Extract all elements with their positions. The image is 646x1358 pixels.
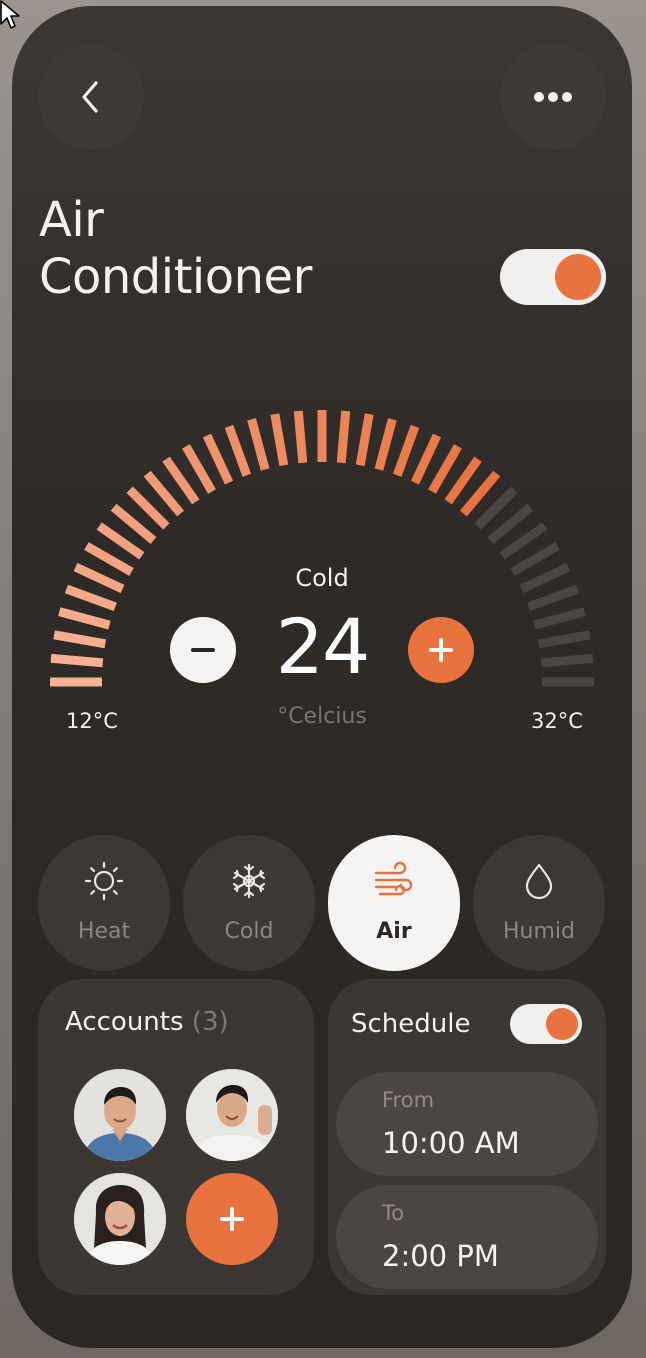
dial-tick-active xyxy=(84,542,134,576)
dial-tick-active xyxy=(374,418,397,471)
dial-tick-inactive xyxy=(519,562,571,594)
mode-air-button[interactable]: Air xyxy=(328,835,460,971)
dial-tick-active xyxy=(410,433,442,485)
dial-tick-active xyxy=(392,424,420,477)
accounts-count: (3) xyxy=(191,1007,229,1037)
dial-tick-active xyxy=(428,444,462,494)
increase-temperature-button[interactable] xyxy=(408,617,474,683)
schedule-to-field[interactable]: To 2:00 PM xyxy=(336,1185,598,1289)
dial-tick-inactive xyxy=(533,607,586,630)
temperature-value: 24 xyxy=(275,602,371,691)
dial-tick-active xyxy=(270,413,289,467)
avatar-man-white-shirt xyxy=(186,1069,278,1161)
app-screen: Air Conditioner Cold 24 °Celcius 12°C 32… xyxy=(12,6,632,1348)
mode-cold-button[interactable]: Cold xyxy=(183,835,315,971)
dial-tick-active xyxy=(336,410,351,464)
sun-icon xyxy=(84,861,124,901)
range-max-label: 32°C xyxy=(531,709,583,733)
dial-tick-active xyxy=(53,630,107,649)
accounts-label: Accounts xyxy=(65,1007,184,1037)
schedule-from-field[interactable]: From 10:00 AM xyxy=(336,1072,598,1176)
dial-tick-active xyxy=(202,433,234,485)
mode-humid-button[interactable]: Humid xyxy=(473,835,605,971)
droplet-icon xyxy=(525,863,553,900)
plus-icon xyxy=(429,638,453,662)
dial-tick-inactive xyxy=(527,584,580,612)
decrease-temperature-button[interactable] xyxy=(170,617,236,683)
schedule-toggle[interactable] xyxy=(510,1004,582,1044)
schedule-card: Schedule From 10:00 AM To 2:00 PM xyxy=(328,979,606,1295)
add-account-button[interactable] xyxy=(186,1173,278,1265)
schedule-to-label: To xyxy=(382,1201,405,1225)
dial-tick-active xyxy=(73,562,125,594)
avatar[interactable] xyxy=(74,1173,166,1265)
minus-icon xyxy=(191,648,215,652)
dial-tick-active xyxy=(355,413,374,467)
mode-humid-label: Humid xyxy=(503,919,575,944)
dial-tick-inactive xyxy=(510,542,560,576)
accounts-title: Accounts (3) xyxy=(65,1007,229,1037)
dial-tick-active xyxy=(64,584,117,612)
mode-heat-label: Heat xyxy=(77,919,131,944)
mode-cold-label: Cold xyxy=(224,919,274,944)
mode-air-label: Air xyxy=(376,919,412,944)
temperature-unit: °Celcius xyxy=(277,704,367,729)
dial-tick-inactive xyxy=(540,653,594,668)
wind-icon xyxy=(374,861,413,896)
schedule-toggle-knob xyxy=(546,1008,578,1040)
schedule-title: Schedule xyxy=(351,1009,471,1039)
schedule-to-value: 2:00 PM xyxy=(382,1239,499,1273)
range-min-label: 12°C xyxy=(66,709,118,733)
dial-tick-active xyxy=(182,444,216,494)
accounts-card: Accounts (3) xyxy=(38,979,314,1295)
dial-tick-inactive xyxy=(537,630,591,649)
dial-tick-active xyxy=(224,424,252,477)
dial-tick-active xyxy=(50,653,104,668)
avatar[interactable] xyxy=(74,1069,166,1161)
avatar[interactable] xyxy=(186,1069,278,1161)
mouse-pointer-icon xyxy=(0,0,20,29)
schedule-from-label: From xyxy=(382,1088,435,1112)
dial-tick-active xyxy=(58,607,111,630)
dial-tick-active xyxy=(247,418,270,471)
avatar-man-blue-shirt xyxy=(74,1069,166,1161)
plus-icon xyxy=(220,1207,244,1231)
schedule-from-value: 10:00 AM xyxy=(382,1126,520,1160)
mode-heat-button[interactable]: Heat xyxy=(38,835,170,971)
snowflake-icon xyxy=(232,863,266,899)
dial-tick-active xyxy=(293,410,308,464)
current-mode-label: Cold xyxy=(295,564,349,592)
avatar-woman xyxy=(74,1173,166,1265)
